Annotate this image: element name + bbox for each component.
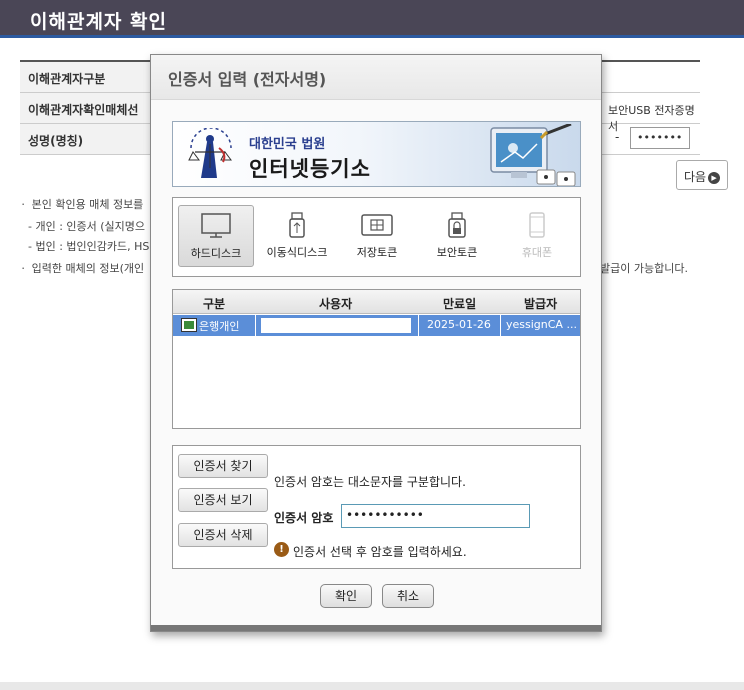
monitor-icon	[201, 213, 231, 238]
column-divider	[255, 315, 256, 336]
next-button-label: 다음	[684, 170, 707, 184]
next-button[interactable]: 다음 ▶	[676, 160, 728, 190]
storage-removable[interactable]: 이동식디스크	[259, 205, 335, 267]
computer-illustration-icon	[490, 124, 576, 186]
certificate-dialog: 인증서 입력 (전자서명) 대한민국 법원 인터넷등기소 하드디스크 이동식디스…	[150, 54, 602, 632]
certificate-list: 구분 사용자 만료일 발급자 은행개인 2025-01-26 yessignCA…	[172, 289, 581, 429]
cancel-button[interactable]: 취소	[382, 584, 434, 608]
confirm-button[interactable]: 확인	[320, 584, 372, 608]
password-input[interactable]: •••••••••••	[341, 504, 530, 528]
certificate-list-header: 구분 사용자 만료일 발급자	[173, 290, 580, 314]
id-back-field[interactable]: •••••••	[630, 127, 690, 149]
lock-token-icon	[448, 212, 466, 238]
storage-selector: 하드디스크 이동식디스크 저장토큰 보안토큰 휴대폰	[172, 197, 581, 277]
storage-security-token[interactable]: 보안토큰	[419, 205, 495, 267]
cert-type: 은행개인	[199, 320, 240, 333]
table-row[interactable]: 은행개인 2025-01-26 yessignCA ...	[173, 315, 580, 336]
storage-label: 저장토큰	[356, 246, 398, 259]
row-label: 성명(명칭)	[20, 124, 160, 154]
dialog-bottom-bar	[151, 625, 601, 631]
storage-phone: 휴대폰	[499, 205, 575, 267]
id-dash: -	[615, 130, 620, 144]
cert-user	[261, 318, 411, 333]
row-label: 이해관계자확인매체선	[20, 93, 160, 123]
court-emblem-icon	[188, 128, 232, 178]
storage-label: 보안토큰	[436, 246, 478, 259]
phone-icon	[529, 212, 545, 238]
page-header: 이해관계자 확인	[0, 0, 744, 38]
cert-issuer: yessignCA ...	[506, 318, 577, 331]
court-banner: 대한민국 법원 인터넷등기소	[172, 121, 581, 187]
column-header: 구분	[203, 297, 226, 311]
note-line: - 개인 : 인증서 (실지명으	[28, 220, 146, 233]
password-area: 인증서 찾기 인증서 보기 인증서 삭제 인증서 암호는 대소문자를 구분합니다…	[172, 445, 581, 569]
dialog-titlebar[interactable]: 인증서 입력 (전자서명)	[151, 55, 601, 100]
arrow-right-icon: ▶	[708, 171, 721, 184]
banner-title: 인터넷등기소	[249, 157, 371, 181]
bank-cert-icon	[181, 318, 197, 332]
view-certificate-button[interactable]: 인증서 보기	[178, 488, 268, 512]
chip-card-icon	[361, 214, 393, 236]
footer-bar	[0, 682, 744, 690]
usb-icon	[289, 212, 305, 238]
storage-label: 휴대폰	[521, 246, 553, 259]
note-line: - 법인 : 법인인감카드, HS	[28, 240, 150, 253]
storage-label: 이동식디스크	[266, 246, 328, 259]
column-divider	[500, 315, 501, 336]
column-divider	[418, 315, 419, 336]
dialog-title: 인증서 입력 (전자서명)	[168, 70, 327, 89]
column-header: 발급자	[524, 297, 558, 311]
column-header: 만료일	[443, 297, 477, 311]
warning-text: 인증서 선택 후 암호를 입력하세요.	[293, 545, 467, 559]
case-sensitive-note: 인증서 암호는 대소문자를 구분합니다.	[274, 475, 466, 489]
warning-icon: !	[274, 542, 289, 557]
row-label: 이해관계자구분	[20, 62, 160, 92]
delete-certificate-button[interactable]: 인증서 삭제	[178, 523, 268, 547]
note-line-right: 발급이 가능합니다.	[600, 262, 688, 275]
note-line: ㆍ 본인 확인용 매체 정보를	[18, 198, 144, 211]
banner-subtitle: 대한민국 법원	[249, 137, 326, 152]
column-header: 사용자	[319, 297, 353, 311]
cert-expiry: 2025-01-26	[427, 318, 491, 331]
storage-token[interactable]: 저장토큰	[339, 205, 415, 267]
password-label: 인증서 암호	[274, 511, 334, 525]
note-line: ㆍ 입력한 매체의 정보(개인	[18, 262, 145, 275]
storage-label: 하드디스크	[190, 247, 242, 260]
page-title: 이해관계자 확인	[30, 11, 167, 33]
storage-harddisk[interactable]: 하드디스크	[178, 205, 254, 267]
find-certificate-button[interactable]: 인증서 찾기	[178, 454, 268, 478]
